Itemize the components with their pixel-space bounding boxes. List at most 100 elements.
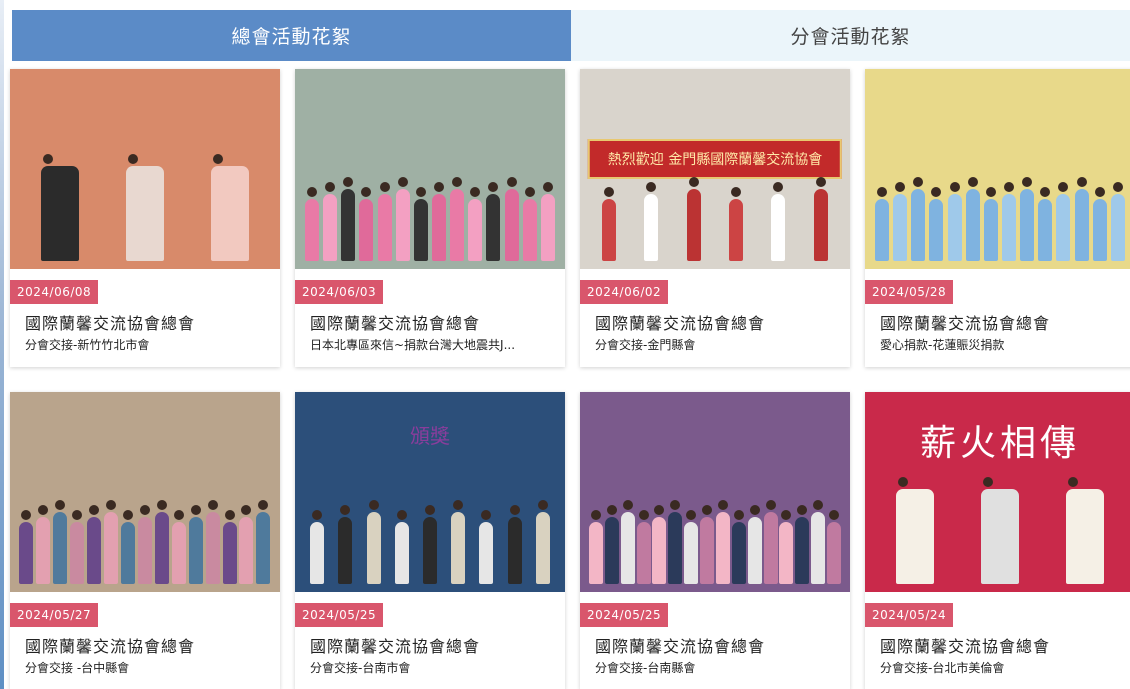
group-silhouettes bbox=[18, 464, 272, 584]
person-figure bbox=[1065, 477, 1104, 584]
person-figure bbox=[947, 182, 962, 261]
activity-card[interactable]: 頒獎 2024/05/25 國際蘭馨交流協會總會 分會交接-台南市會 bbox=[295, 392, 565, 689]
person-figure bbox=[486, 182, 501, 261]
person-figure bbox=[1056, 182, 1071, 261]
date-badge: 2024/05/25 bbox=[295, 603, 384, 627]
person-figure bbox=[359, 187, 374, 261]
group-silhouettes bbox=[303, 141, 557, 261]
person-figure bbox=[171, 510, 186, 584]
card-subtitle[interactable]: 分會交接-台南市會 bbox=[310, 659, 555, 676]
person-figure bbox=[729, 187, 744, 261]
date-badge: 2024/05/24 bbox=[865, 603, 954, 627]
activity-photo[interactable] bbox=[10, 69, 280, 269]
card-title[interactable]: 國際蘭馨交流協會總會 bbox=[880, 633, 1050, 657]
person-figure bbox=[811, 500, 826, 584]
person-figure bbox=[70, 510, 85, 584]
person-figure bbox=[893, 182, 908, 261]
date-badge: 2024/06/08 bbox=[10, 280, 99, 304]
group-silhouettes bbox=[18, 141, 272, 261]
person-figure bbox=[1092, 187, 1107, 261]
card-title[interactable]: 國際蘭馨交流協會總會 bbox=[25, 310, 195, 334]
person-figure bbox=[668, 500, 683, 584]
activity-card[interactable]: 2024/05/27 國際蘭馨交流協會總會 分會交接 -台中縣會 bbox=[10, 392, 280, 689]
person-figure bbox=[310, 510, 325, 584]
card-title[interactable]: 國際蘭馨交流協會總會 bbox=[880, 310, 1050, 334]
card-title[interactable]: 國際蘭馨交流協會總會 bbox=[25, 633, 195, 657]
activity-photo[interactable]: 薪火相傳 bbox=[865, 392, 1130, 592]
person-figure bbox=[827, 510, 842, 584]
person-figure bbox=[535, 500, 550, 584]
activity-photo[interactable] bbox=[580, 392, 850, 592]
person-figure bbox=[19, 510, 34, 584]
card-title[interactable]: 國際蘭馨交流協會總會 bbox=[595, 310, 765, 334]
person-figure bbox=[305, 187, 320, 261]
person-figure bbox=[795, 505, 810, 584]
activity-card[interactable]: 2024/06/08 國際蘭馨交流協會總會 分會交接-新竹竹北市會 bbox=[10, 69, 280, 367]
activity-photo[interactable] bbox=[10, 392, 280, 592]
person-figure bbox=[36, 505, 51, 584]
person-figure bbox=[700, 505, 715, 584]
person-figure bbox=[980, 477, 1019, 584]
person-figure bbox=[652, 505, 667, 584]
person-figure bbox=[394, 510, 409, 584]
person-figure bbox=[137, 505, 152, 584]
tab-branch-activities[interactable]: 分會活動花絮 bbox=[571, 10, 1130, 61]
activity-card[interactable]: 2024/05/28 國際蘭馨交流協會總會 愛心捐款-花蓮賑災捐款 bbox=[865, 69, 1130, 367]
person-figure bbox=[813, 177, 828, 261]
person-figure bbox=[1110, 182, 1125, 261]
card-subtitle[interactable]: 分會交接 -台中縣會 bbox=[25, 659, 270, 676]
person-figure bbox=[588, 510, 603, 584]
person-figure bbox=[413, 187, 428, 261]
person-figure bbox=[540, 182, 555, 261]
tab-headquarters-activities[interactable]: 總會活動花絮 bbox=[12, 10, 571, 61]
person-figure bbox=[983, 187, 998, 261]
person-figure bbox=[684, 510, 699, 584]
person-figure bbox=[366, 500, 381, 584]
card-subtitle[interactable]: 分會交接-金門縣會 bbox=[595, 336, 840, 353]
activity-card[interactable]: 熱烈歡迎 金門縣國際蘭馨交流協會 2024/06/02 國際蘭馨交流協會總會 分… bbox=[580, 69, 850, 367]
activity-photo[interactable]: 頒獎 bbox=[295, 392, 565, 592]
activity-card[interactable]: 2024/05/25 國際蘭馨交流協會總會 分會交接-台南縣會 bbox=[580, 392, 850, 689]
person-figure bbox=[602, 187, 617, 261]
activity-card[interactable]: 薪火相傳 2024/05/24 國際蘭馨交流協會總會 分會交接-台北市美倫會 bbox=[865, 392, 1130, 689]
person-figure bbox=[875, 187, 890, 261]
person-figure bbox=[341, 177, 356, 261]
person-figure bbox=[1020, 177, 1035, 261]
person-figure bbox=[896, 477, 935, 584]
person-figure bbox=[686, 177, 701, 261]
person-figure bbox=[604, 505, 619, 584]
activity-photo[interactable] bbox=[865, 69, 1130, 269]
person-figure bbox=[1038, 187, 1053, 261]
card-subtitle[interactable]: 分會交接-台北市美倫會 bbox=[880, 659, 1125, 676]
person-figure bbox=[504, 177, 519, 261]
activity-card[interactable]: 2024/06/03 國際蘭馨交流協會總會 日本北專區來信~捐款台灣大地震共J.… bbox=[295, 69, 565, 367]
left-accent-bar bbox=[0, 0, 4, 689]
person-figure bbox=[154, 500, 169, 584]
person-figure bbox=[965, 177, 980, 261]
person-figure bbox=[87, 505, 102, 584]
card-title[interactable]: 國際蘭馨交流協會總會 bbox=[310, 633, 480, 657]
person-figure bbox=[205, 500, 220, 584]
card-title[interactable]: 國際蘭馨交流協會總會 bbox=[310, 310, 480, 334]
person-figure bbox=[120, 510, 135, 584]
date-badge: 2024/05/27 bbox=[10, 603, 99, 627]
person-figure bbox=[222, 510, 237, 584]
card-subtitle[interactable]: 分會交接-台南縣會 bbox=[595, 659, 840, 676]
card-subtitle[interactable]: 日本北專區來信~捐款台灣大地震共J... bbox=[310, 336, 555, 353]
person-figure bbox=[395, 177, 410, 261]
person-figure bbox=[377, 182, 392, 261]
activity-grid: 2024/06/08 國際蘭馨交流協會總會 分會交接-新竹竹北市會 2024/0… bbox=[10, 69, 1130, 689]
person-figure bbox=[929, 187, 944, 261]
person-figure bbox=[1002, 182, 1017, 261]
card-subtitle[interactable]: 愛心捐款-花蓮賑災捐款 bbox=[880, 336, 1125, 353]
activity-photo[interactable] bbox=[295, 69, 565, 269]
person-figure bbox=[763, 500, 778, 584]
person-figure bbox=[125, 154, 164, 261]
person-figure bbox=[468, 187, 483, 261]
card-subtitle[interactable]: 分會交接-新竹竹北市會 bbox=[25, 336, 270, 353]
person-figure bbox=[188, 505, 203, 584]
activity-photo[interactable]: 熱烈歡迎 金門縣國際蘭馨交流協會 bbox=[580, 69, 850, 269]
card-title[interactable]: 國際蘭馨交流協會總會 bbox=[595, 633, 765, 657]
person-figure bbox=[323, 182, 338, 261]
person-figure bbox=[636, 510, 651, 584]
